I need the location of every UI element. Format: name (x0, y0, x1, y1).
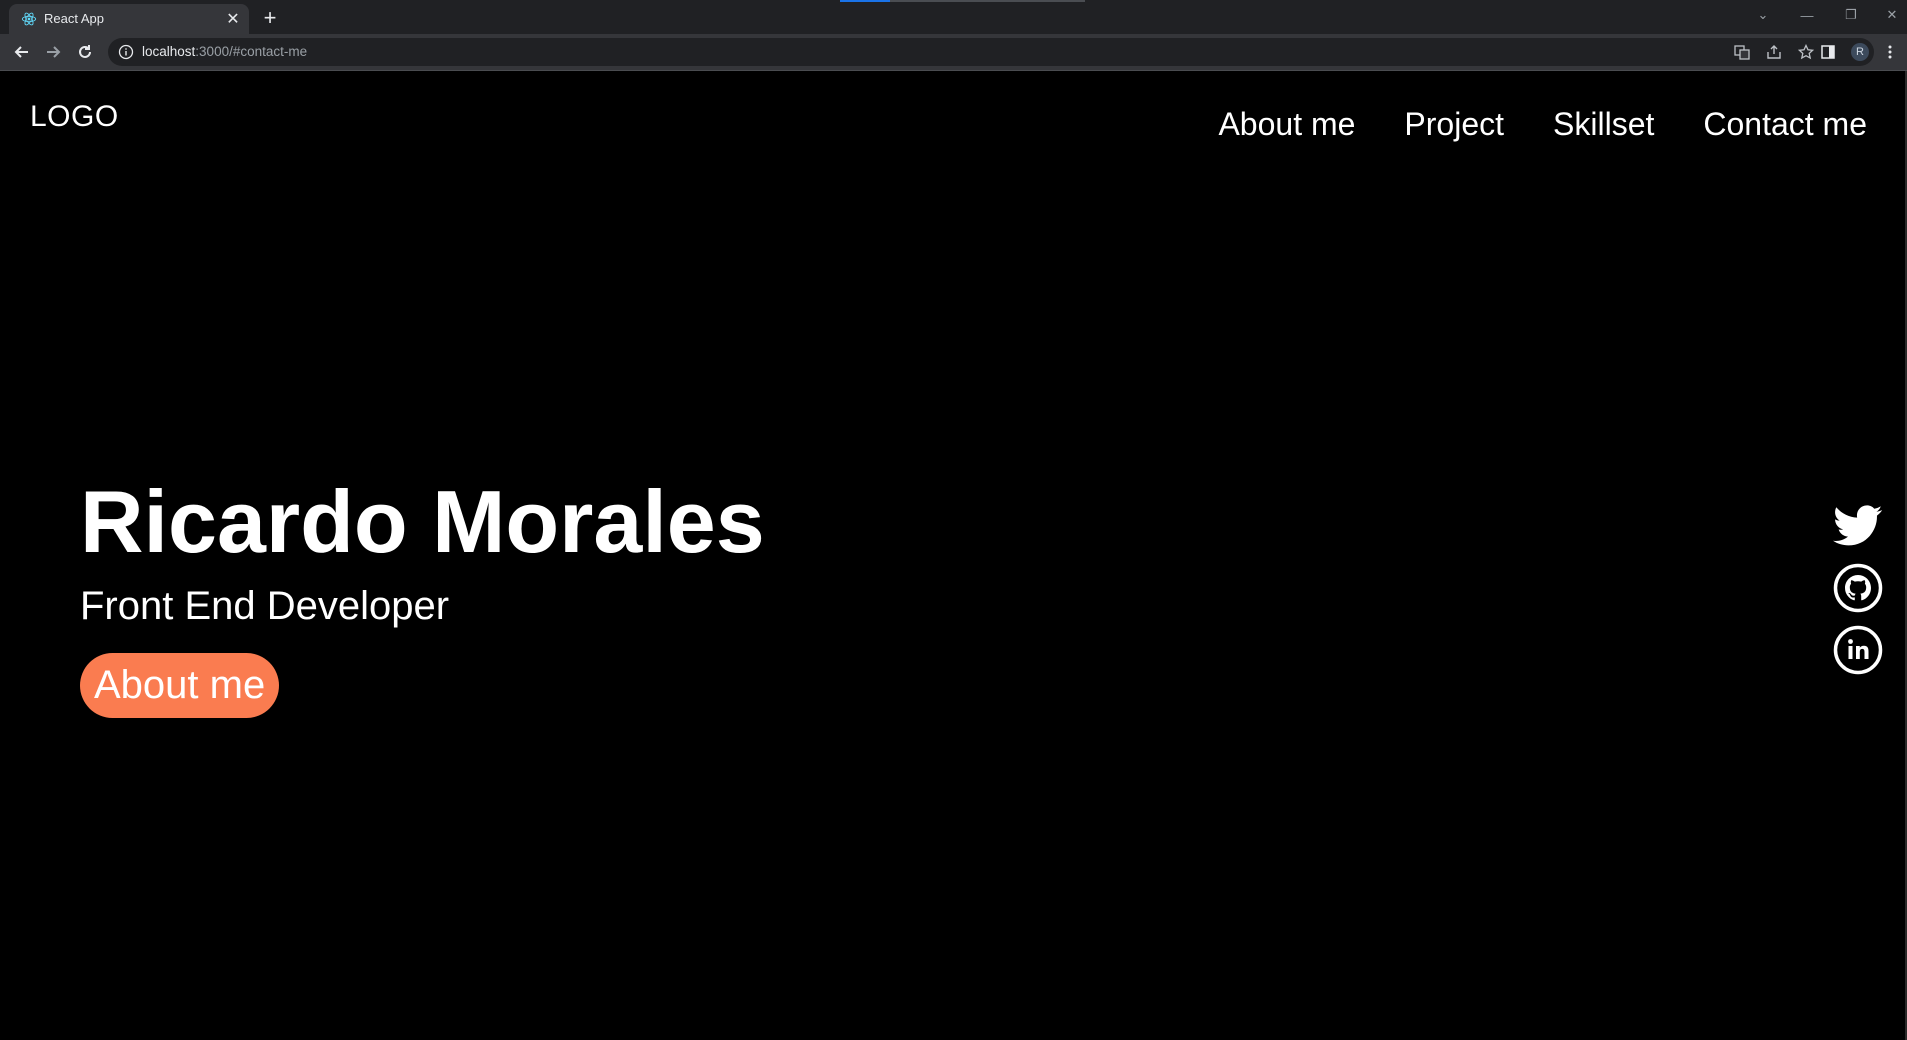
browser-menu-icon[interactable] (1878, 40, 1902, 64)
url-path: :3000/#contact-me (195, 44, 308, 59)
restore-button[interactable]: ❐ (1831, 4, 1871, 26)
back-button[interactable] (10, 40, 34, 64)
about-me-button[interactable]: About me (80, 653, 280, 718)
hero-role: Front End Developer (80, 584, 450, 628)
site-logo[interactable]: LOGO (30, 100, 119, 134)
twitter-icon (1833, 505, 1883, 546)
share-icon[interactable] (1762, 40, 1786, 64)
twitter-link[interactable] (1832, 500, 1884, 552)
hero-name: Ricardo Morales (80, 472, 765, 571)
reload-icon (79, 45, 91, 58)
profile-initial: R (1851, 43, 1869, 61)
forward-button[interactable] (41, 40, 65, 64)
tab-close-icon[interactable]: ✕ (223, 9, 243, 29)
nav-about-me[interactable]: About me (1218, 106, 1355, 143)
tab-search-icon[interactable]: ⌄ (1743, 4, 1783, 26)
tab-loading-indicator (840, 0, 890, 2)
translate-icon[interactable] (1730, 40, 1754, 64)
tab-title: React App (44, 11, 104, 26)
linkedin-link[interactable] (1832, 624, 1884, 676)
bookmark-star-icon[interactable] (1794, 40, 1818, 64)
browser-tabstrip: React App ✕ + ⌄ — ❐ ✕ (0, 0, 1907, 34)
react-favicon-icon (21, 12, 37, 26)
nav-contact-me[interactable]: Contact me (1703, 106, 1867, 143)
forward-arrow-icon (47, 46, 61, 58)
profile-avatar[interactable]: R (1848, 40, 1872, 64)
linkedin-icon (1833, 625, 1883, 675)
github-icon (1833, 563, 1883, 613)
url-text[interactable]: localhost:3000/#contact-me (142, 44, 307, 59)
back-arrow-icon (14, 46, 28, 58)
side-panel-icon[interactable] (1816, 40, 1840, 64)
close-window-button[interactable]: ✕ (1872, 4, 1907, 26)
nav-skillset[interactable]: Skillset (1553, 106, 1654, 143)
new-tab-button[interactable]: + (258, 5, 282, 30)
reload-button[interactable] (73, 40, 97, 64)
github-link[interactable] (1832, 562, 1884, 614)
nav-project[interactable]: Project (1404, 106, 1504, 143)
address-bar[interactable]: localhost:3000/#contact-me (108, 38, 1874, 66)
main-nav: About me Project Skillset Contact me (1218, 106, 1867, 143)
site-info-icon[interactable] (118, 44, 134, 60)
social-links (1832, 500, 1884, 676)
url-host: localhost (142, 44, 196, 59)
hero-section: Ricardo Morales Front End Developer Abou… (80, 478, 765, 718)
minimize-button[interactable]: — (1787, 4, 1827, 26)
browser-tab-active[interactable]: React App ✕ (9, 4, 249, 34)
browser-toolbar: localhost:3000/#contact-me R (0, 34, 1907, 71)
tab-loading-track (890, 0, 1085, 2)
